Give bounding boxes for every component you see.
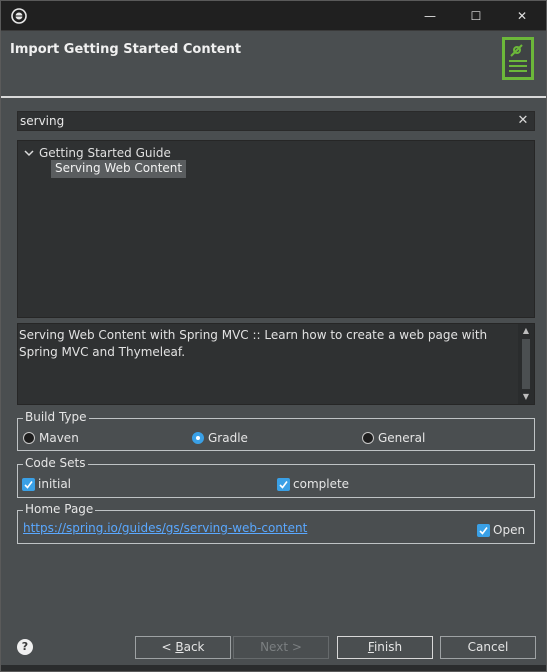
general-radio[interactable] [362, 432, 374, 444]
guide-tree[interactable]: Getting Started Guide Serving Web Conten… [17, 140, 535, 318]
open-label: Open [493, 523, 526, 537]
build-type-gradle[interactable]: Gradle [192, 431, 248, 445]
initial-label: initial [38, 477, 71, 491]
description-box: Serving Web Content with Spring MVC :: L… [17, 323, 535, 405]
maven-label: Maven [39, 431, 79, 445]
back-post: ack [183, 640, 205, 654]
home-page-group: Home Page https://spring.io/guides/gs/se… [17, 502, 535, 544]
build-type-general[interactable]: General [362, 431, 425, 445]
description-scrollbar[interactable]: ▲ ▼ [518, 324, 534, 404]
page-title: Import Getting Started Content [10, 42, 242, 57]
open-checkbox[interactable] [477, 523, 490, 537]
next-button[interactable]: Next > [233, 636, 329, 659]
back-button[interactable]: < Back [135, 636, 231, 659]
background-strip [1, 665, 546, 671]
scroll-up-icon[interactable]: ▲ [518, 324, 534, 338]
general-label: General [378, 431, 426, 445]
open-option[interactable]: Open [477, 523, 525, 537]
wizard-banner: Import Getting Started Content [1, 32, 546, 96]
code-set-complete[interactable]: complete [277, 477, 349, 491]
chevron-down-icon[interactable] [22, 146, 36, 160]
gradle-radio[interactable] [192, 432, 204, 444]
maven-radio[interactable] [23, 432, 35, 444]
back-pre: < [161, 640, 176, 654]
finish-button[interactable]: Finish [337, 636, 433, 659]
finish-post: inish [373, 640, 403, 654]
build-type-legend: Build Type [23, 410, 89, 424]
minimize-button[interactable]: — [407, 1, 453, 31]
search-input[interactable] [18, 112, 508, 130]
banner-separator [1, 96, 546, 98]
code-set-initial[interactable]: initial [22, 477, 71, 491]
gradle-label: Gradle [208, 431, 248, 445]
build-type-maven[interactable]: Maven [23, 431, 79, 445]
back-mnemonic: B [175, 640, 184, 654]
complete-checkbox[interactable] [277, 477, 290, 491]
home-page-legend: Home Page [23, 502, 96, 516]
cancel-button[interactable]: Cancel [440, 636, 536, 659]
import-dialog: — ☐ ✕ Import Getting Started Content ✕ G… [0, 0, 547, 672]
initial-checkbox[interactable] [22, 477, 35, 491]
tree-item-serving-web-content[interactable]: Serving Web Content [51, 160, 187, 178]
scroll-down-icon[interactable]: ▼ [518, 390, 534, 404]
code-sets-group: Code Sets initial complete [17, 456, 535, 498]
complete-label: complete [293, 477, 350, 491]
title-bar: — ☐ ✕ [1, 1, 546, 31]
description-text: Serving Web Content with Spring MVC :: L… [19, 328, 488, 359]
maximize-button[interactable]: ☐ [453, 1, 499, 31]
code-sets-legend: Code Sets [23, 456, 88, 470]
spring-banner-icon [502, 37, 534, 80]
build-type-group: Build Type Maven Gradle General [17, 410, 535, 451]
home-page-link[interactable]: https://spring.io/guides/gs/serving-web-… [23, 521, 307, 535]
scroll-thumb[interactable] [522, 339, 530, 389]
search-field[interactable]: ✕ [17, 111, 535, 131]
clear-icon[interactable]: ✕ [516, 114, 530, 128]
tree-group-label: Getting Started Guide [39, 146, 171, 160]
help-icon[interactable]: ? [17, 639, 33, 655]
eclipse-app-icon [11, 8, 27, 24]
close-window-button[interactable]: ✕ [499, 1, 545, 31]
